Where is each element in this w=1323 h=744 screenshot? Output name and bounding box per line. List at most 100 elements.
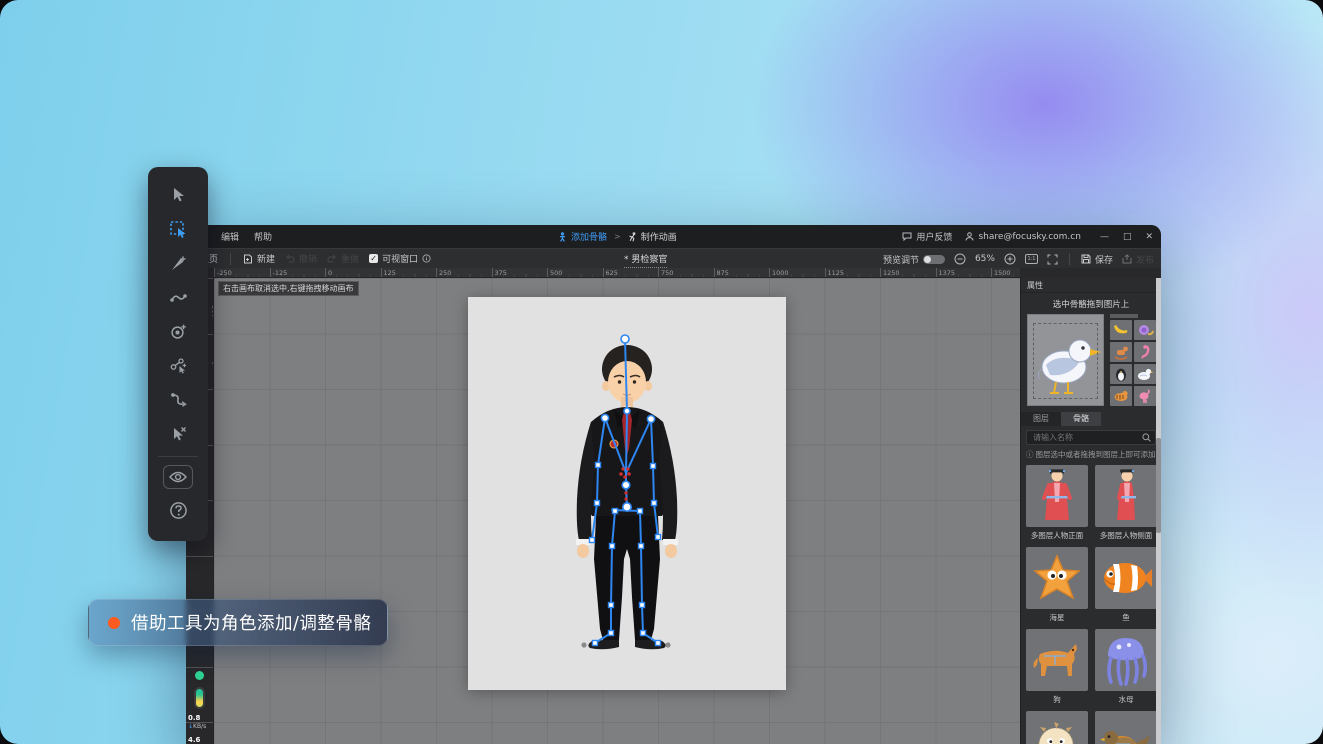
select-tool[interactable] — [161, 178, 195, 212]
menu-item-help[interactable]: 帮助 — [254, 230, 272, 243]
asset-jellyfish[interactable] — [1095, 629, 1157, 691]
new-button[interactable]: 新建 — [243, 252, 275, 265]
panel-scrollbar[interactable] — [1156, 278, 1161, 744]
curve-bone-tool[interactable] — [161, 280, 195, 314]
info-icon: ⓘ — [1026, 449, 1034, 460]
maximize-button[interactable]: □ — [1123, 232, 1132, 242]
user-icon — [965, 232, 974, 241]
system-overlay: 0.8 ↓KB/s 4.6 ↑KB/s — [188, 669, 218, 744]
app-window: 编辑 帮助 添加骨骼 > 制作动画 — [186, 225, 1161, 744]
thumb-penguin[interactable] — [1110, 364, 1132, 384]
publish-button[interactable]: 发布 — [1122, 253, 1154, 266]
save-icon — [1081, 254, 1091, 264]
asset-pufferfish[interactable] — [1026, 711, 1088, 744]
asset-item[interactable] — [1095, 711, 1157, 744]
close-button[interactable]: ✕ — [1145, 232, 1153, 242]
delete-select-tool[interactable] — [161, 416, 195, 450]
bone-person-icon — [558, 232, 567, 242]
visibility-tool[interactable] — [163, 465, 193, 489]
info-circle-icon — [422, 254, 431, 263]
add-bone-tool[interactable] — [161, 246, 195, 280]
account-button[interactable]: share@focusky.com.cn — [965, 232, 1081, 242]
ruler-tick-label: 500 — [547, 268, 603, 277]
asset-item[interactable]: 鱼 — [1095, 547, 1157, 621]
drag-hint: 选中骨骼拖到图片上 — [1021, 298, 1161, 310]
panel-info-tip: ⓘ 图层选中或者拖拽到图层上即可添加骨骼! — [1026, 449, 1156, 460]
thumb-seahorse[interactable] — [1134, 342, 1156, 362]
asset-bird[interactable] — [1095, 711, 1157, 744]
tab-layers[interactable]: 图层 — [1021, 412, 1061, 426]
mini-grid-caption — [1110, 314, 1157, 318]
thumb-snail[interactable] — [1134, 320, 1156, 340]
ruler-tick-label: -125 — [270, 268, 326, 277]
add-bone-icon — [169, 254, 188, 273]
status-dot-icon — [195, 671, 204, 680]
character-figure[interactable] — [468, 297, 786, 690]
asset-woman-side[interactable] — [1095, 465, 1157, 527]
ruler-tick-label: 1375 — [936, 268, 992, 277]
ruler-tick-label: 0 — [325, 268, 381, 277]
asset-starfish[interactable] — [1026, 547, 1088, 609]
minimize-button[interactable]: — — [1100, 232, 1109, 242]
artboard[interactable] — [468, 297, 786, 690]
thumb-banana[interactable] — [1110, 320, 1132, 340]
asset-item[interactable]: 海星 — [1026, 547, 1088, 621]
asset-clownfish[interactable] — [1095, 547, 1157, 609]
zoom-out-button[interactable] — [954, 253, 966, 265]
asset-item[interactable]: 多图层人物侧面 — [1095, 465, 1157, 539]
add-joint-tool[interactable] — [161, 314, 195, 348]
undo-icon — [285, 254, 295, 263]
zoom-level[interactable]: 65% — [975, 254, 995, 264]
scrollbar-thumb[interactable] — [1156, 438, 1161, 533]
ruler-tick-label: 250 — [436, 268, 492, 277]
save-button[interactable]: 保存 — [1081, 253, 1113, 266]
pose-toggle[interactable]: 预览调节 — [883, 253, 945, 266]
curve-line-icon — [169, 390, 188, 409]
redo-icon — [327, 254, 337, 263]
viewport-checkbox[interactable]: ✓ 可视窗口 — [369, 252, 431, 265]
fullscreen-button[interactable] — [1047, 254, 1058, 265]
undo-button[interactable]: 撤销 — [285, 252, 317, 265]
feedback-button[interactable]: 用户反馈 — [902, 230, 952, 243]
callout-text: 借助工具为角色添加/调整骨骼 — [131, 610, 371, 635]
search-box[interactable] — [1026, 430, 1156, 445]
asset-item[interactable] — [1026, 711, 1088, 744]
curve-line-tool[interactable] — [161, 382, 195, 416]
thumb-duck[interactable] — [1134, 364, 1156, 384]
step-make-animation[interactable]: 制作动画 — [628, 230, 677, 243]
bind-bone-tool[interactable] — [161, 348, 195, 382]
document-name[interactable]: * 男检察官 — [624, 252, 667, 268]
thumb-tiger[interactable] — [1110, 386, 1132, 406]
marquee-select-tool[interactable] — [161, 212, 195, 246]
menu-item-edit[interactable]: 编辑 — [221, 230, 239, 243]
tab-bones[interactable]: 骨骼 — [1061, 412, 1101, 426]
asset-dog[interactable] — [1026, 629, 1088, 691]
preview-seagull[interactable] — [1027, 314, 1104, 406]
checkbox-icon: ✓ — [369, 254, 378, 263]
help-button[interactable] — [161, 493, 195, 527]
thumb-rocking-horse[interactable] — [1110, 342, 1132, 362]
ruler-tick-label: 875 — [714, 268, 770, 277]
asset-woman-front[interactable] — [1026, 465, 1088, 527]
actual-size-button[interactable]: 1:1 — [1025, 254, 1038, 264]
asset-item[interactable]: 水母 — [1095, 629, 1157, 703]
tool-palette — [148, 167, 208, 541]
asset-item[interactable]: 狗 — [1026, 629, 1088, 703]
panel-tabs: 图层 骨骼 — [1021, 412, 1161, 426]
toolbar-divider — [1069, 253, 1070, 265]
screenshot-root: 编辑 帮助 添加骨骼 > 制作动画 — [0, 0, 1323, 744]
redo-button[interactable]: 重做 — [327, 252, 359, 265]
ruler-tick-label: 375 — [492, 268, 548, 277]
delete-cursor-icon — [169, 424, 188, 443]
zoom-in-button[interactable] — [1004, 253, 1016, 265]
step-add-bone[interactable]: 添加骨骼 — [558, 230, 607, 243]
search-icon — [1142, 433, 1151, 442]
thumb-flamingo[interactable] — [1134, 386, 1156, 406]
toggle-switch-icon[interactable] — [923, 255, 945, 264]
feedback-bubble-icon — [902, 232, 912, 241]
search-input[interactable] — [1031, 432, 1142, 443]
download-speed: 0.8 ↓KB/s — [188, 714, 218, 731]
asset-item[interactable]: 多图层人物正面 — [1026, 465, 1088, 539]
publish-icon — [1122, 254, 1132, 264]
canvas[interactable]: 右击画布取消选中,右键拖拽移动画布 — [214, 278, 1020, 744]
